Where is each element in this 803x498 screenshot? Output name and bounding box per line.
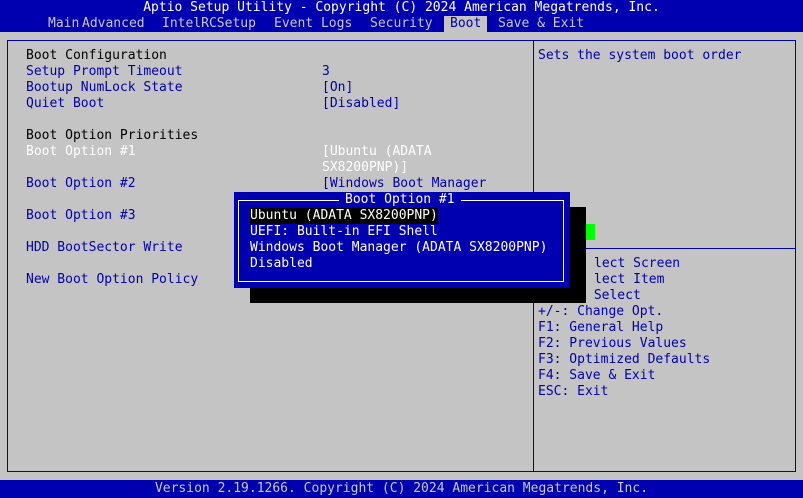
menu-tab-advanced[interactable]: Advanced [82, 16, 145, 32]
popup-option-uefi-shell[interactable]: UEFI: Built-in EFI Shell [250, 224, 438, 240]
boot-option-3-label[interactable]: Boot Option #3 [26, 208, 136, 224]
hdd-bootsector-write-label[interactable]: HDD BootSector Write [26, 240, 183, 256]
boot-option-2-label[interactable]: Boot Option #2 [26, 176, 136, 192]
menu-tab-save-exit[interactable]: Save & Exit [498, 16, 584, 32]
menu-tab-boot[interactable]: Boot [444, 16, 488, 32]
menu-tab-security[interactable]: Security [370, 16, 433, 32]
help-key-enter-select: Select [586, 288, 641, 303]
boot-option-1-value-line2[interactable]: SX8200PNP)] [322, 160, 408, 176]
help-key-select-item: lect Item [594, 272, 665, 287]
menu-tab-event-logs[interactable]: Event Logs [274, 16, 352, 32]
popup-title: Boot Option #1 [339, 192, 461, 208]
popup-option-disabled[interactable]: Disabled [250, 256, 313, 272]
popup-option-ubuntu[interactable]: Ubuntu (ADATA SX8200PNP) [250, 208, 438, 224]
menu-tab-main[interactable]: Main [48, 16, 79, 32]
help-key-select-screen: lect Screen [594, 256, 681, 271]
help-key-general-help: F1: General Help [538, 320, 664, 335]
boot-option-2-value-line1[interactable]: [Windows Boot Manager [322, 176, 486, 192]
setup-prompt-timeout-label[interactable]: Setup Prompt Timeout [26, 64, 183, 80]
text-cursor [586, 224, 595, 240]
bootup-numlock-state-label[interactable]: Bootup NumLock State [26, 80, 183, 96]
menu-bar: Main Advanced IntelRCSetup Event Logs Se… [0, 16, 803, 32]
help-key-save-exit: F4: Save & Exit [538, 368, 656, 383]
help-key-previous-values: F2: Previous Values [538, 336, 687, 351]
help-key-optimized-defaults: F3: Optimized Defaults [538, 352, 711, 367]
boot-option-1-label[interactable]: Boot Option #1 [26, 144, 136, 160]
quiet-boot-label[interactable]: Quiet Boot [26, 96, 104, 112]
footer-version: Version 2.19.1266. Copyright (C) 2024 Am… [0, 480, 803, 498]
help-key-esc-exit: ESC: Exit [538, 384, 609, 399]
boot-option-popup: Boot Option #1 Ubuntu (ADATA SX8200PNP) … [234, 192, 570, 288]
boot-option-1-value-line1[interactable]: [Ubuntu (ADATA [322, 144, 432, 160]
menu-tab-intelrcsetup[interactable]: IntelRCSetup [162, 16, 256, 32]
new-boot-option-policy-label[interactable]: New Boot Option Policy [26, 272, 198, 288]
bootup-numlock-state-value[interactable]: [On] [322, 80, 353, 96]
section-heading-boot-option-priorities: Boot Option Priorities [26, 128, 199, 143]
help-key-change-opt: +/-: Change Opt. [538, 304, 664, 319]
help-description: Sets the system boot order [538, 48, 742, 63]
title-bar: Aptio Setup Utility - Copyright (C) 2024… [0, 0, 803, 16]
quiet-boot-value[interactable]: [Disabled] [322, 96, 400, 112]
section-heading-boot-configuration: Boot Configuration [26, 48, 167, 63]
setup-prompt-timeout-value[interactable]: 3 [322, 64, 330, 80]
popup-option-windows-boot-manager[interactable]: Windows Boot Manager (ADATA SX8200PNP) [250, 240, 547, 256]
